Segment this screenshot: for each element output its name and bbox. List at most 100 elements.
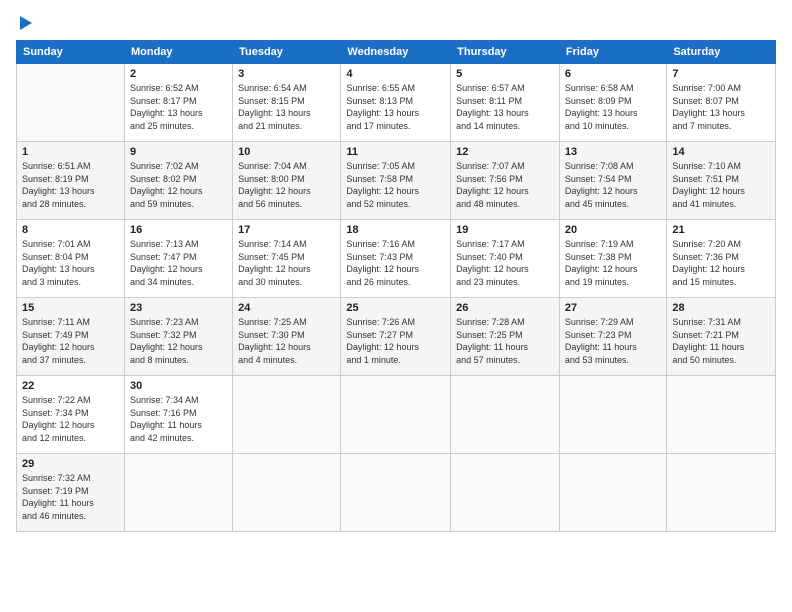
day-number: 25 [346, 302, 445, 314]
calendar: SundayMondayTuesdayWednesdayThursdayFrid… [16, 40, 776, 532]
calendar-cell: 3 Sunrise: 6:54 AM Sunset: 8:15 PM Daylig… [233, 64, 341, 142]
calendar-cell: 18Sunrise: 7:16 AM Sunset: 7:43 PM Dayli… [341, 220, 451, 298]
calendar-cell: 26 Sunrise: 7:28 AM Sunset: 7:25 PM Dayli… [451, 298, 560, 376]
page: SundayMondayTuesdayWednesdayThursdayFrid… [0, 0, 792, 612]
logo-arrow-icon [20, 16, 32, 30]
day-number: 12 [456, 146, 554, 158]
calendar-cell: 29 Sunrise: 7:32 AM Sunset: 7:19 PM Dayli… [17, 454, 125, 532]
day-number: 2 [130, 68, 227, 80]
calendar-cell: 8 Sunrise: 7:01 AM Sunset: 8:04 PM Daylig… [17, 220, 125, 298]
day-info: Sunrise: 6:58 AM Sunset: 8:09 PM Dayligh… [565, 82, 661, 132]
day-info: Sunrise: 7:32 AM Sunset: 7:19 PM Dayligh… [22, 472, 119, 522]
day-number: 10 [238, 146, 335, 158]
day-info: Sunrise: 6:52 AM Sunset: 8:17 PM Dayligh… [130, 82, 227, 132]
day-info: Sunrise: 7:29 AM Sunset: 7:23 PM Dayligh… [565, 316, 661, 366]
day-number: 20 [565, 224, 661, 236]
calendar-cell: 22 Sunrise: 7:22 AM Sunset: 7:34 PM Dayli… [17, 376, 125, 454]
calendar-cell: 4 Sunrise: 6:55 AM Sunset: 8:13 PM Daylig… [341, 64, 451, 142]
calendar-cell: 6 Sunrise: 6:58 AM Sunset: 8:09 PM Daylig… [559, 64, 666, 142]
calendar-cell: 1Sunrise: 6:51 AM Sunset: 8:19 PM Daylig… [17, 142, 125, 220]
day-number: 3 [238, 68, 335, 80]
col-header-sunday: Sunday [17, 41, 125, 64]
day-number: 19 [456, 224, 554, 236]
day-info: Sunrise: 6:54 AM Sunset: 8:15 PM Dayligh… [238, 82, 335, 132]
day-info: Sunrise: 7:14 AM Sunset: 7:45 PM Dayligh… [238, 238, 335, 288]
day-info: Sunrise: 7:17 AM Sunset: 7:40 PM Dayligh… [456, 238, 554, 288]
day-number: 1 [22, 146, 119, 158]
day-info: Sunrise: 7:13 AM Sunset: 7:47 PM Dayligh… [130, 238, 227, 288]
day-info: Sunrise: 7:20 AM Sunset: 7:36 PM Dayligh… [672, 238, 770, 288]
day-number: 14 [672, 146, 770, 158]
day-number: 17 [238, 224, 335, 236]
calendar-cell: 5 Sunrise: 6:57 AM Sunset: 8:11 PM Daylig… [451, 64, 560, 142]
day-number: 24 [238, 302, 335, 314]
calendar-cell [341, 376, 451, 454]
day-number: 4 [346, 68, 445, 80]
calendar-cell [451, 376, 560, 454]
day-number: 8 [22, 224, 119, 236]
calendar-cell: 7Sunrise: 7:00 AM Sunset: 8:07 PM Daylig… [667, 64, 776, 142]
calendar-cell: 25Sunrise: 7:26 AM Sunset: 7:27 PM Dayli… [341, 298, 451, 376]
calendar-cell: 28Sunrise: 7:31 AM Sunset: 7:21 PM Dayli… [667, 298, 776, 376]
calendar-cell: 12 Sunrise: 7:07 AM Sunset: 7:56 PM Dayli… [451, 142, 560, 220]
day-number: 23 [130, 302, 227, 314]
day-info: Sunrise: 7:11 AM Sunset: 7:49 PM Dayligh… [22, 316, 119, 366]
calendar-cell: 20 Sunrise: 7:19 AM Sunset: 7:38 PM Dayli… [559, 220, 666, 298]
day-number: 16 [130, 224, 227, 236]
calendar-cell: 2 Sunrise: 6:52 AM Sunset: 8:17 PM Daylig… [124, 64, 232, 142]
calendar-cell [559, 376, 666, 454]
calendar-cell [559, 454, 666, 532]
day-info: Sunrise: 7:25 AM Sunset: 7:30 PM Dayligh… [238, 316, 335, 366]
day-number: 30 [130, 380, 227, 392]
calendar-cell [17, 64, 125, 142]
day-number: 26 [456, 302, 554, 314]
calendar-cell: 21 Sunrise: 7:20 AM Sunset: 7:36 PM Dayli… [667, 220, 776, 298]
calendar-cell [233, 376, 341, 454]
calendar-cell [451, 454, 560, 532]
day-number: 27 [565, 302, 661, 314]
day-number: 9 [130, 146, 227, 158]
calendar-cell: 14Sunrise: 7:10 AM Sunset: 7:51 PM Dayli… [667, 142, 776, 220]
calendar-cell: 9Sunrise: 7:02 AM Sunset: 8:02 PM Daylig… [124, 142, 232, 220]
day-info: Sunrise: 7:04 AM Sunset: 8:00 PM Dayligh… [238, 160, 335, 210]
calendar-cell [341, 454, 451, 532]
day-number: 28 [672, 302, 770, 314]
day-number: 13 [565, 146, 661, 158]
col-header-wednesday: Wednesday [341, 41, 451, 64]
day-info: Sunrise: 7:23 AM Sunset: 7:32 PM Dayligh… [130, 316, 227, 366]
calendar-cell [667, 376, 776, 454]
day-number: 5 [456, 68, 554, 80]
calendar-cell: 19 Sunrise: 7:17 AM Sunset: 7:40 PM Dayli… [451, 220, 560, 298]
calendar-cell: 13Sunrise: 7:08 AM Sunset: 7:54 PM Dayli… [559, 142, 666, 220]
calendar-cell [667, 454, 776, 532]
calendar-cell: 17 Sunrise: 7:14 AM Sunset: 7:45 PM Dayli… [233, 220, 341, 298]
col-header-tuesday: Tuesday [233, 41, 341, 64]
day-info: Sunrise: 7:00 AM Sunset: 8:07 PM Dayligh… [672, 82, 770, 132]
col-header-thursday: Thursday [451, 41, 560, 64]
calendar-cell: 16 Sunrise: 7:13 AM Sunset: 7:47 PM Dayli… [124, 220, 232, 298]
col-header-saturday: Saturday [667, 41, 776, 64]
day-info: Sunrise: 7:16 AM Sunset: 7:43 PM Dayligh… [346, 238, 445, 288]
calendar-cell: 30 Sunrise: 7:34 AM Sunset: 7:16 PM Dayli… [124, 376, 232, 454]
day-info: Sunrise: 7:34 AM Sunset: 7:16 PM Dayligh… [130, 394, 227, 444]
day-info: Sunrise: 6:55 AM Sunset: 8:13 PM Dayligh… [346, 82, 445, 132]
day-number: 22 [22, 380, 119, 392]
day-number: 11 [346, 146, 445, 158]
day-number: 29 [22, 458, 119, 470]
day-info: Sunrise: 7:01 AM Sunset: 8:04 PM Dayligh… [22, 238, 119, 288]
calendar-cell: 27 Sunrise: 7:29 AM Sunset: 7:23 PM Dayli… [559, 298, 666, 376]
day-info: Sunrise: 7:19 AM Sunset: 7:38 PM Dayligh… [565, 238, 661, 288]
day-info: Sunrise: 6:57 AM Sunset: 8:11 PM Dayligh… [456, 82, 554, 132]
calendar-cell: 24 Sunrise: 7:25 AM Sunset: 7:30 PM Dayli… [233, 298, 341, 376]
day-number: 15 [22, 302, 119, 314]
day-info: Sunrise: 7:28 AM Sunset: 7:25 PM Dayligh… [456, 316, 554, 366]
day-number: 21 [672, 224, 770, 236]
calendar-cell: 23 Sunrise: 7:23 AM Sunset: 7:32 PM Dayli… [124, 298, 232, 376]
header [16, 16, 776, 30]
day-info: Sunrise: 7:22 AM Sunset: 7:34 PM Dayligh… [22, 394, 119, 444]
col-header-friday: Friday [559, 41, 666, 64]
day-number: 6 [565, 68, 661, 80]
logo [16, 16, 32, 30]
day-info: Sunrise: 7:07 AM Sunset: 7:56 PM Dayligh… [456, 160, 554, 210]
calendar-cell [233, 454, 341, 532]
